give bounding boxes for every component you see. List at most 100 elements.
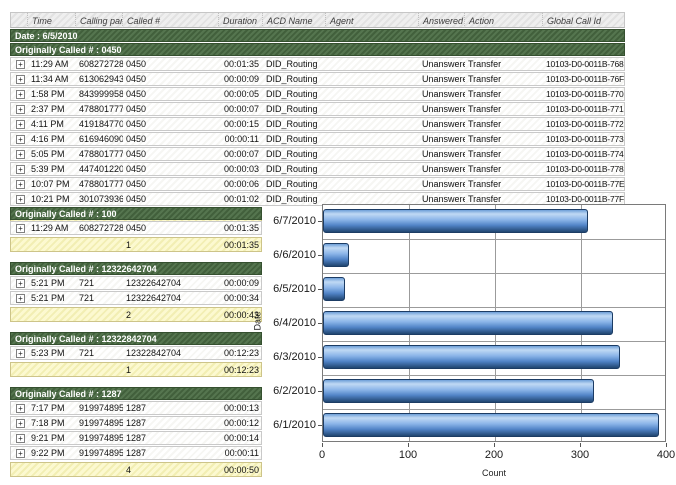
called-number-cell: 0450	[123, 178, 219, 190]
table-header-row: TimeCalling party #Called #DurationACD N…	[10, 12, 625, 28]
calling-cell: 721	[76, 347, 123, 359]
calling-party-cell: 4788017770	[76, 148, 123, 160]
y-category-label: 6/7/2010	[273, 215, 316, 227]
x-tick-label: 200	[485, 449, 503, 461]
global-call-id-cell: 10103-D0-0011B-771	[543, 103, 626, 115]
chart-bar	[323, 277, 345, 301]
time-cell: 11:34 AM	[28, 73, 76, 85]
expand-icon[interactable]: +	[16, 90, 25, 99]
expand-cell: +	[11, 432, 28, 444]
gridline-horizontal	[323, 409, 665, 410]
table-row: +2:37 PM4788017770045000:00:07DID_Routin…	[10, 102, 625, 116]
expand-icon[interactable]: +	[16, 180, 25, 189]
expand-icon[interactable]: +	[16, 105, 25, 114]
expand-icon[interactable]: +	[16, 294, 25, 303]
expand-icon[interactable]: +	[16, 150, 25, 159]
group-summary-row: 400:00:50	[10, 462, 262, 477]
expand-cell: +	[11, 73, 28, 85]
summary-count: 1	[123, 238, 219, 251]
time-cell: 9:22 PM	[28, 447, 76, 459]
column-header: Time	[27, 12, 75, 28]
answered-cell: Unanswered	[419, 148, 465, 160]
chart-bar	[323, 413, 659, 437]
expand-icon[interactable]: +	[16, 120, 25, 129]
called-cell: 1287	[123, 417, 219, 429]
action-cell: Transfer	[465, 103, 543, 115]
calling-cell: 9199748952	[76, 432, 123, 444]
agent-cell	[326, 133, 419, 145]
table-row: +1:58 PM8439999581045000:00:05DID_Routin…	[10, 87, 625, 101]
agent-cell	[326, 73, 419, 85]
expand-icon[interactable]: +	[16, 165, 25, 174]
expand-icon[interactable]: +	[16, 135, 25, 144]
answered-cell: Unanswered	[419, 133, 465, 145]
calling-party-cell: 4474012204	[76, 163, 123, 175]
group-table: Originally Called # : 12322642704+5:21 P…	[10, 262, 262, 322]
action-cell: Transfer	[465, 88, 543, 100]
y-category-label: 6/4/2010	[273, 317, 316, 329]
acd-name-cell: DID_Routing	[263, 88, 326, 100]
time-cell: 4:16 PM	[28, 133, 76, 145]
time-cell: 10:21 PM	[28, 193, 76, 205]
gridline-horizontal	[323, 307, 665, 308]
expand-icon[interactable]: +	[16, 349, 25, 358]
expand-icon[interactable]: +	[16, 60, 25, 69]
calling-cell: 721	[76, 277, 123, 289]
answered-cell: Unanswered	[419, 103, 465, 115]
acd-name-cell: DID_Routing	[263, 58, 326, 70]
time-cell: 5:39 PM	[28, 163, 76, 175]
y-axis-title: Date	[253, 311, 263, 330]
column-header: Called #	[122, 12, 218, 28]
called-cell: 1287	[123, 402, 219, 414]
column-header: Action	[464, 12, 542, 28]
summary-spacer	[28, 238, 76, 251]
expand-cell: +	[11, 347, 28, 359]
expand-icon[interactable]: +	[16, 224, 25, 233]
duration-cell cellr: 00:00:09	[219, 73, 263, 85]
calling-cell: 9199748952	[76, 447, 123, 459]
expand-cell: +	[11, 222, 28, 234]
called-number-cell: 0450	[123, 193, 219, 205]
calling-party-cell: 4191847701	[76, 118, 123, 130]
table-row: +5:05 PM4788017770045000:00:07DID_Routin…	[10, 147, 625, 161]
expand-icon[interactable]: +	[16, 75, 25, 84]
expand-cell: +	[11, 277, 28, 289]
expand-cell: +	[11, 58, 28, 70]
calling-party-cell: 8439999581	[76, 88, 123, 100]
summary-spacer	[11, 463, 28, 476]
summary-spacer	[28, 363, 76, 376]
y-category-label: 6/2/2010	[273, 385, 316, 397]
expand-icon[interactable]: +	[16, 419, 25, 428]
acd-name-cell: DID_Routing	[263, 178, 326, 190]
table-row: +4:11 PM4191847701045000:00:15DID_Routin…	[10, 117, 625, 131]
expand-icon[interactable]: +	[16, 404, 25, 413]
x-tick-mark	[322, 443, 323, 447]
expand-icon[interactable]: +	[16, 449, 25, 458]
table-row: +7:18 PM9199748952128700:00:12	[10, 416, 262, 430]
acd-name-cell: DID_Routing	[263, 118, 326, 130]
column-header: Global Call Id	[542, 12, 625, 28]
expand-icon[interactable]: +	[16, 279, 25, 288]
expand-icon[interactable]: +	[16, 434, 25, 443]
expand-icon[interactable]: +	[16, 195, 25, 204]
group-table: Originally Called # : 100+11:29 AM608272…	[10, 207, 262, 252]
summary-count: 4	[123, 463, 219, 476]
x-tick-label: 0	[319, 449, 325, 461]
y-category-label: 6/5/2010	[273, 283, 316, 295]
action-cell: Transfer	[465, 58, 543, 70]
calling-cell: 721	[76, 292, 123, 304]
global-call-id-cell: 10103-D0-0011B-772	[543, 118, 626, 130]
global-call-id-cell: 10103-D0-0011B-77E	[543, 178, 626, 190]
group-tables: Originally Called # : 100+11:29 AM608272…	[10, 206, 262, 485]
expand-cell: +	[11, 402, 28, 414]
expand-cell: +	[11, 118, 28, 130]
y-category-label: 6/1/2010	[273, 419, 316, 431]
agent-cell	[326, 148, 419, 160]
acd-name-cell: DID_Routing	[263, 133, 326, 145]
global-call-id-cell: 10103-D0-0011B-768	[543, 58, 626, 70]
group-band: Originally Called # : 12322842704	[10, 332, 262, 345]
agent-cell	[326, 118, 419, 130]
x-tick-label: 300	[571, 449, 589, 461]
gridline-horizontal	[323, 239, 665, 240]
time-cell: 9:21 PM	[28, 432, 76, 444]
